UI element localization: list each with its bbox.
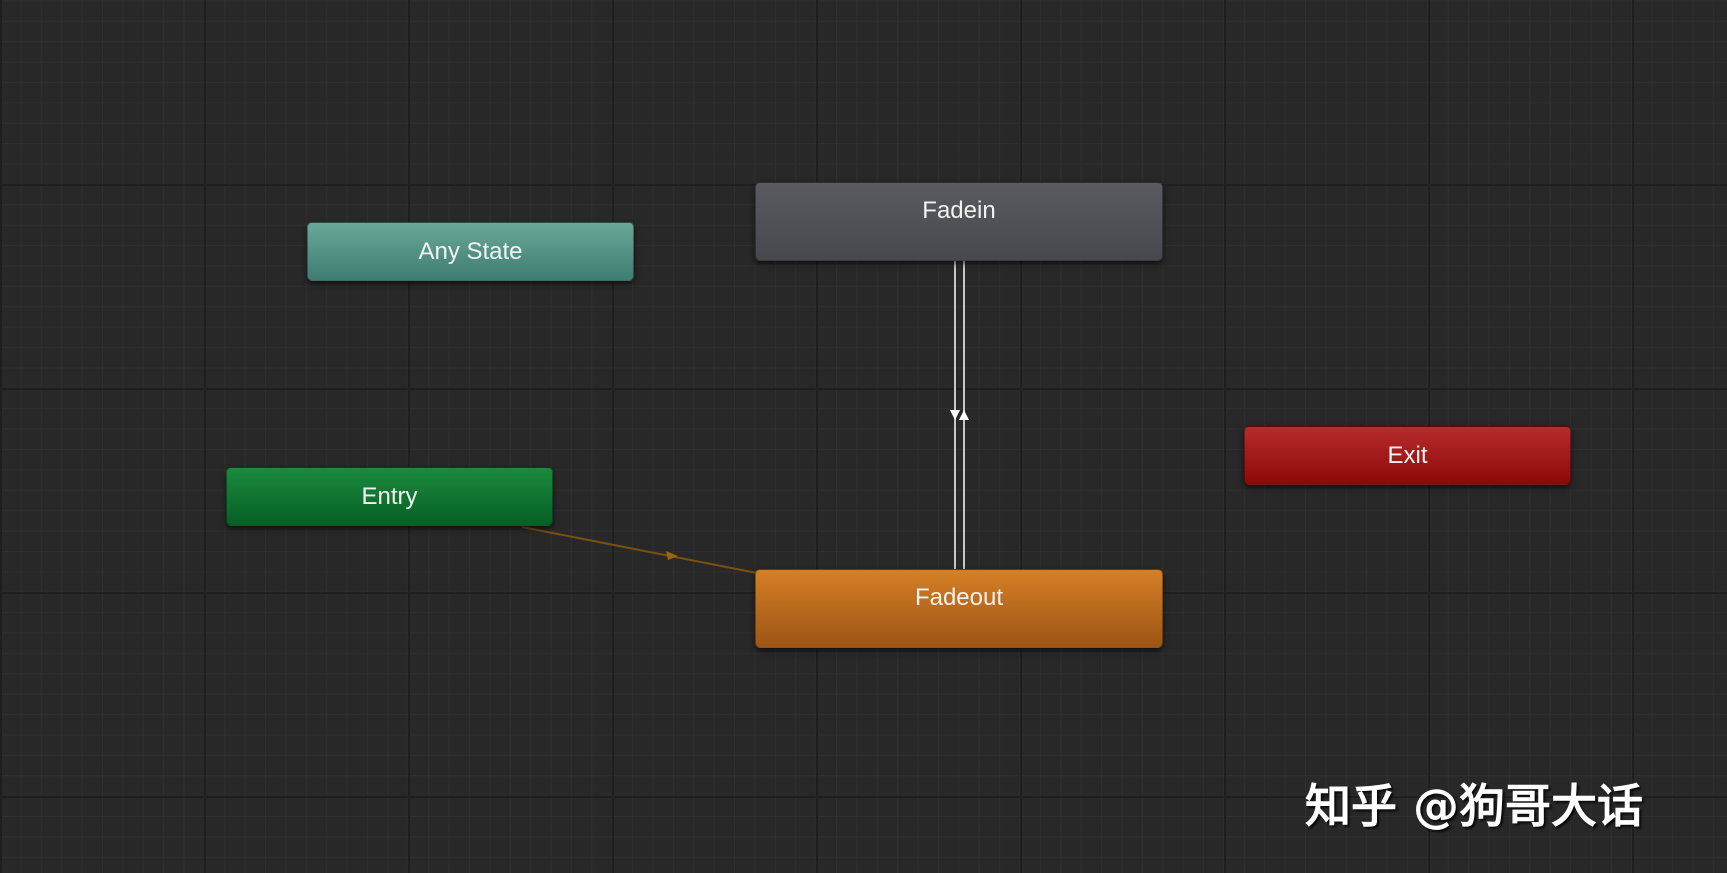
state-label: Fadein	[922, 197, 996, 224]
state-exit[interactable]: Exit	[1244, 426, 1571, 485]
watermark: 知乎 @狗哥大话	[1305, 779, 1644, 833]
state-fadeout[interactable]: Fadeout	[755, 569, 1163, 648]
state-entry[interactable]: Entry	[226, 467, 553, 526]
state-label: Entry	[361, 483, 418, 510]
state-any-state[interactable]: Any State	[307, 222, 634, 281]
state-label: Any State	[418, 238, 523, 265]
state-label: Exit	[1387, 442, 1428, 469]
state-label: Fadeout	[914, 584, 1004, 611]
state-fadein[interactable]: Fadein	[755, 182, 1163, 261]
